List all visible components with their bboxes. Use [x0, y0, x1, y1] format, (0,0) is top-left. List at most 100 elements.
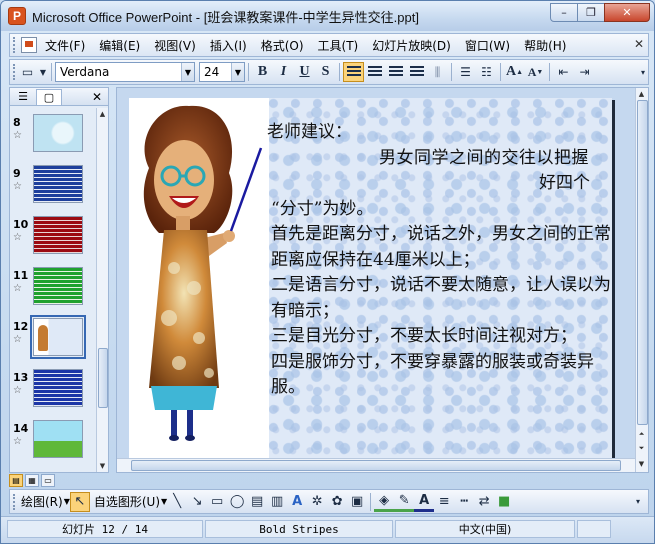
autoshapes-menu-button[interactable]: 自选图形(U) — [94, 493, 160, 510]
oval-icon[interactable]: ◯ — [227, 492, 247, 512]
fill-color-icon[interactable]: ◈ — [374, 492, 395, 512]
vertical-textbox-icon[interactable]: ▥ — [267, 492, 287, 512]
restore-button[interactable]: ❐ — [577, 3, 605, 22]
grip-handle[interactable] — [13, 37, 17, 53]
slide-text-box[interactable]: 老师建议： 男女同学之间的交往以把握 好四个 “分寸”为妙。 首先是距离分寸，说… — [267, 120, 612, 401]
slide-heading: 老师建议： — [267, 122, 352, 142]
normal-view-icon[interactable]: ▤ — [9, 474, 23, 487]
slide-thumb-11[interactable]: 11 ☆ — [10, 265, 96, 315]
scroll-up-icon[interactable]: ▲ — [97, 108, 108, 120]
font-color-icon[interactable]: A — [414, 492, 435, 512]
grow-font-label: A — [505, 64, 517, 79]
toolbar-options-icon[interactable]: ▾ — [638, 62, 648, 82]
scroll-down-icon[interactable]: ▼ — [97, 460, 108, 472]
line-icon[interactable]: ╲ — [167, 492, 187, 512]
decrease-indent-button[interactable]: ⇤ — [553, 62, 574, 82]
menu-tools[interactable]: 工具(T) — [318, 37, 359, 54]
diagram-icon[interactable]: ✲ — [307, 492, 327, 512]
font-name-combo[interactable]: Verdana ▼ — [55, 62, 195, 82]
slide-thumb-13[interactable]: 13 ☆ — [10, 367, 96, 417]
close-button[interactable]: ✕ — [604, 3, 650, 22]
font-size-combo[interactable]: 24 ▼ — [199, 62, 245, 82]
vertical-scrollbar[interactable]: ▲ ⏶ ⏷ ▼ — [635, 88, 648, 472]
align-right-button[interactable] — [385, 62, 406, 82]
chevron-down-icon[interactable]: ▼ — [181, 63, 194, 81]
horizontal-scrollbar[interactable] — [117, 458, 635, 472]
align-left-icon — [346, 66, 361, 78]
menu-format[interactable]: 格式(O) — [261, 37, 304, 54]
line-color-icon[interactable]: ✎ — [394, 492, 415, 512]
previous-slide-icon[interactable]: ⏶ — [636, 428, 647, 440]
arrow-style-icon[interactable]: ⇄ — [474, 492, 494, 512]
align-left-button[interactable] — [343, 62, 364, 82]
app-window: P Microsoft Office PowerPoint - [班会课教案课件… — [0, 0, 655, 544]
grow-font-button[interactable]: A ▲ — [504, 62, 525, 82]
slide-sorter-icon[interactable]: ▦ — [25, 474, 39, 487]
menu-edit[interactable]: 编辑(E) — [99, 37, 140, 54]
scroll-up-icon[interactable]: ▲ — [636, 88, 647, 100]
line-style-icon[interactable]: ≡ — [434, 492, 454, 512]
shrink-font-button[interactable]: A ▼ — [525, 62, 546, 82]
chevron-down-icon[interactable]: ▼ — [231, 63, 244, 81]
italic-button[interactable]: I — [273, 62, 294, 82]
dropdown-arrow-icon[interactable]: ▼ — [38, 62, 48, 82]
rectangle-icon[interactable]: ▭ — [207, 492, 227, 512]
slide-thumb-8[interactable]: 8 ☆ — [10, 112, 96, 162]
justify-button[interactable] — [406, 62, 427, 82]
textbox-icon[interactable]: ▤ — [247, 492, 267, 512]
distribute-button[interactable]: ⫼ — [427, 62, 448, 82]
scroll-thumb[interactable] — [98, 348, 108, 408]
menu-slideshow[interactable]: 幻灯片放映(D) — [372, 37, 451, 54]
next-slide-icon[interactable]: ⏷ — [636, 442, 647, 454]
slide-line-1: 男女同学之间的交往以把握 — [379, 147, 589, 168]
underline-button[interactable]: U — [294, 62, 315, 82]
slide-thumb-14[interactable]: 14 ☆ — [10, 418, 96, 468]
new-file-icon[interactable]: ▭ — [17, 62, 38, 82]
scroll-thumb[interactable] — [637, 100, 648, 425]
slide-line-2: 好四个 — [539, 173, 590, 193]
text-shadow-button[interactable]: S — [315, 62, 336, 82]
powerpoint-icon[interactable]: P — [8, 7, 26, 25]
slide-thumb-12[interactable]: 12 ☆ — [10, 315, 96, 366]
menu-window[interactable]: 窗口(W) — [465, 37, 510, 54]
wordart-icon[interactable]: A — [287, 492, 307, 512]
document-close-button[interactable]: ✕ — [634, 37, 644, 51]
select-objects-icon[interactable]: ↖ — [69, 491, 90, 512]
thumbnail-scrollbar[interactable]: ▲ ▼ — [96, 108, 108, 472]
scroll-down-icon[interactable]: ▼ — [636, 458, 647, 470]
star-icon: ☆ — [13, 436, 22, 447]
title-bar: P Microsoft Office PowerPoint - [班会课教案课件… — [1, 1, 654, 31]
menu-file[interactable]: 文件(F) — [45, 37, 85, 54]
increase-indent-button[interactable]: ⇥ — [574, 62, 595, 82]
scroll-thumb[interactable] — [131, 460, 621, 471]
view-buttons: ▤ ▦ ▭ — [9, 474, 69, 488]
menu-view[interactable]: 视图(V) — [154, 37, 196, 54]
tab-slides[interactable]: ▢ — [36, 88, 62, 105]
arrow-icon[interactable]: ↘ — [187, 492, 207, 512]
slide-line-6: 三是目光分寸，不要太长时间注视对方； — [271, 326, 577, 346]
tab-outline[interactable]: ☰ — [10, 89, 36, 105]
shadow-style-icon[interactable]: ■ — [494, 492, 514, 512]
slide-thumb-9[interactable]: 9 ☆ — [10, 163, 96, 213]
close-panel-button[interactable]: ✕ — [92, 90, 102, 104]
clipart-icon[interactable]: ✿ — [327, 492, 347, 512]
toolbar-options-icon[interactable]: ▾ — [628, 492, 648, 512]
status-bar: 幻灯片 12 / 14 Bold Stripes 中文(中国) — [1, 516, 654, 543]
slideshow-icon[interactable]: ▭ — [41, 474, 55, 487]
document-icon[interactable] — [21, 37, 37, 53]
menu-bar: 文件(F) 编辑(E) 视图(V) 插入(I) 格式(O) 工具(T) 幻灯片放… — [9, 33, 649, 57]
draw-menu-button[interactable]: 绘图(R) — [21, 493, 63, 510]
picture-icon[interactable]: ▣ — [347, 492, 367, 512]
dash-style-icon[interactable]: ┅ — [454, 492, 474, 512]
current-slide[interactable]: 老师建议： 男女同学之间的交往以把握 好四个 “分寸”为妙。 首先是距离分寸，说… — [129, 98, 612, 458]
menu-insert[interactable]: 插入(I) — [210, 37, 247, 54]
separator — [51, 63, 52, 81]
bold-button[interactable]: B — [252, 62, 273, 82]
align-center-button[interactable] — [364, 62, 385, 82]
menu-help[interactable]: 帮助(H) — [524, 37, 566, 54]
bullets-button[interactable]: ☷ — [476, 62, 497, 82]
slide-thumb-10[interactable]: 10 ☆ — [10, 214, 96, 264]
minimize-button[interactable]: – — [550, 3, 578, 22]
grip-handle[interactable] — [13, 493, 17, 510]
numbering-button[interactable]: ☰ — [455, 62, 476, 82]
